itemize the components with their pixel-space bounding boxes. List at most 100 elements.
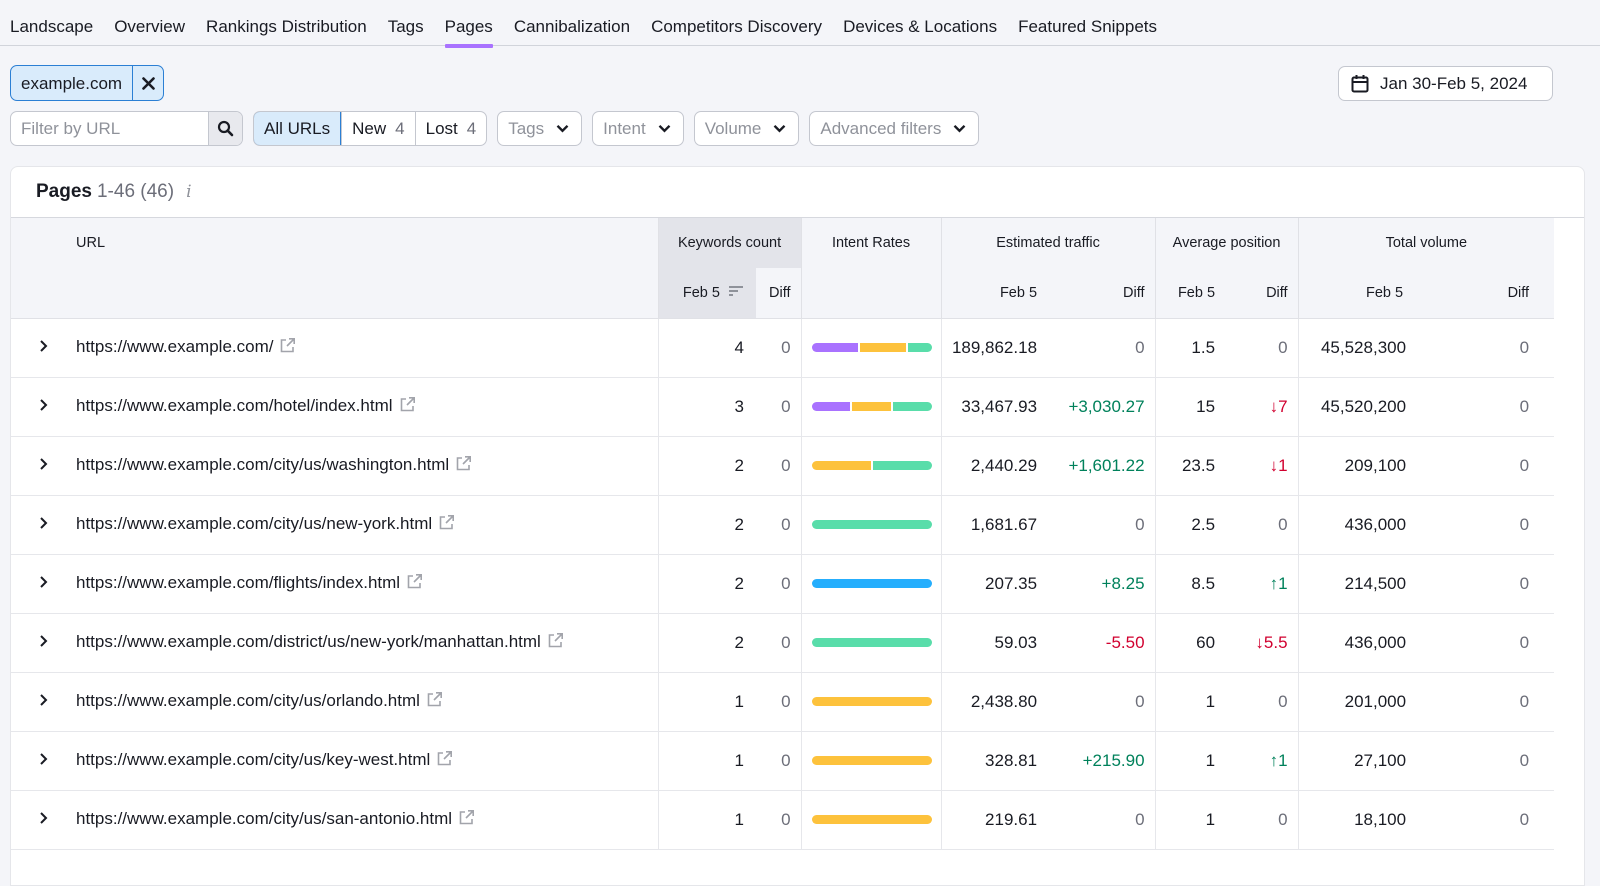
expand-row-button[interactable] — [11, 790, 76, 849]
external-link-icon[interactable] — [399, 396, 416, 418]
page-url-link[interactable]: https://www.example.com/ — [76, 337, 273, 356]
chevron-down-icon — [773, 124, 786, 133]
close-icon — [141, 76, 155, 90]
traffic-date-header[interactable]: Feb 5 — [940, 268, 1050, 318]
sort-keywords-date[interactable]: Feb 5 — [657, 268, 757, 318]
chevron-down-icon — [953, 124, 966, 133]
url-cell: https://www.example.com/ — [76, 318, 658, 377]
intent-segment-commercial — [852, 402, 891, 411]
intent-rates-cell — [800, 495, 942, 554]
expand-row-button[interactable] — [11, 377, 76, 436]
chevron-right-icon — [40, 575, 48, 588]
external-link-icon[interactable] — [426, 691, 443, 713]
dropdown-intent[interactable]: Intent — [592, 111, 684, 146]
external-link-icon[interactable] — [436, 750, 453, 772]
segment-lost[interactable]: Lost 4 — [414, 112, 487, 145]
tab-overview[interactable]: Overview — [114, 0, 185, 46]
tab-rankings-distribution[interactable]: Rankings Distribution — [206, 0, 367, 46]
page-url-link[interactable]: https://www.example.com/city/us/orlando.… — [76, 691, 420, 710]
expand-row-button[interactable] — [11, 731, 76, 790]
volume-diff-header[interactable]: Diff — [1416, 268, 1555, 318]
expand-row-button[interactable] — [11, 318, 76, 377]
traffic-cell: 1,681.67 — [940, 495, 1050, 554]
keywords-diff-cell: 0 — [781, 632, 791, 652]
external-link-icon[interactable] — [406, 573, 423, 595]
external-link-icon[interactable] — [279, 337, 296, 359]
volume-cell: 436,000 — [1297, 613, 1417, 672]
expand-row-button[interactable] — [11, 613, 76, 672]
external-link-icon[interactable] — [455, 455, 472, 477]
page-url-link[interactable]: https://www.example.com/district/us/new-… — [76, 632, 541, 651]
keywords-count-cell[interactable]: 2 — [657, 554, 757, 613]
external-link-icon[interactable] — [458, 809, 475, 831]
keywords-count-cell[interactable]: 2 — [657, 495, 757, 554]
column-header-url[interactable]: URL — [11, 218, 659, 318]
page-url-link[interactable]: https://www.example.com/flights/index.ht… — [76, 573, 400, 592]
segment-all-urls[interactable]: All URLs — [254, 112, 342, 145]
keywords-diff-cell: 0 — [781, 809, 791, 829]
dropdown-tags[interactable]: Tags — [497, 111, 583, 146]
expand-row-button[interactable] — [11, 495, 76, 554]
keywords-count-cell[interactable]: 1 — [657, 672, 757, 731]
keywords-count-cell[interactable]: 1 — [657, 790, 757, 849]
expand-row-button[interactable] — [11, 436, 76, 495]
chevron-right-icon — [40, 398, 48, 411]
keywords-count-cell[interactable]: 3 — [657, 377, 757, 436]
keywords-count-cell[interactable]: 2 — [657, 613, 757, 672]
keywords-diff-header[interactable]: Diff — [756, 268, 802, 318]
url-search-button[interactable] — [208, 112, 242, 145]
page-url-link[interactable]: https://www.example.com/city/us/key-west… — [76, 750, 430, 769]
table-row: https://www.example.com/flights/index.ht… — [11, 554, 1555, 613]
info-icon[interactable]: i — [186, 182, 191, 202]
segment-label: All URLs — [264, 118, 331, 138]
external-link-icon[interactable] — [438, 514, 455, 536]
position-date-header[interactable]: Feb 5 — [1154, 268, 1226, 318]
volume-diff-cell: 0 — [1519, 573, 1530, 593]
volume-cell: 209,100 — [1297, 436, 1417, 495]
keywords-count-cell[interactable]: 2 — [657, 436, 757, 495]
column-header-average-position[interactable]: Average position — [1154, 218, 1299, 268]
dropdown-advanced-filters[interactable]: Advanced filters — [809, 111, 980, 146]
keywords-count-cell[interactable]: 1 — [657, 731, 757, 790]
column-header-keywords-count[interactable]: Keywords count — [657, 218, 802, 268]
position-diff-header[interactable]: Diff — [1225, 268, 1299, 318]
page-url-link[interactable]: https://www.example.com/hotel/index.html — [76, 396, 393, 415]
card-result-range: 1-46 (46) — [96, 181, 175, 202]
traffic-cell: 2,438.80 — [940, 672, 1050, 731]
volume-date-header[interactable]: Feb 5 — [1297, 268, 1417, 318]
tab-featured-snippets[interactable]: Featured Snippets — [1018, 0, 1157, 46]
tab-cannibalization[interactable]: Cannibalization — [514, 0, 630, 46]
table-row: https://www.example.com/city/us/orlando.… — [11, 672, 1555, 731]
volume-diff-cell: 0 — [1519, 455, 1530, 475]
intent-segment-commercial — [811, 697, 932, 706]
dropdown-volume[interactable]: Volume — [693, 111, 800, 146]
tab-tags[interactable]: Tags — [388, 0, 424, 46]
segment-new[interactable]: New 4 — [341, 112, 414, 145]
expand-row-button[interactable] — [11, 672, 76, 731]
position-diff-cell: ↑1 — [1269, 750, 1288, 770]
page-url-link[interactable]: https://www.example.com/city/us/new-york… — [76, 514, 432, 533]
segment-count: 4 — [466, 118, 477, 138]
external-link-icon[interactable] — [547, 632, 564, 654]
intent-rates-cell — [800, 554, 942, 613]
page-url-link[interactable]: https://www.example.com/city/us/san-anto… — [76, 809, 452, 828]
page-url-link[interactable]: https://www.example.com/city/us/washingt… — [76, 455, 449, 474]
tab-devices-locations[interactable]: Devices & Locations — [843, 0, 997, 46]
position-diff-cell: 0 — [1278, 514, 1288, 534]
date-range-button[interactable]: Jan 30-Feb 5, 2024 — [1338, 66, 1553, 101]
table-row: https://www.example.com/4 0 189,862.18 0 1.5… — [11, 318, 1555, 377]
date-range-label: Jan 30-Feb 5, 2024 — [1380, 73, 1528, 93]
column-header-estimated-traffic[interactable]: Estimated traffic — [940, 218, 1156, 268]
keywords-count-cell[interactable]: 4 — [657, 318, 757, 377]
intent-bar — [811, 638, 932, 647]
traffic-diff-cell: +8.25 — [1101, 573, 1145, 593]
tab-landscape[interactable]: Landscape — [10, 0, 93, 46]
tab-competitors-discovery[interactable]: Competitors Discovery — [651, 0, 822, 46]
tab-pages[interactable]: Pages — [444, 0, 494, 48]
remove-domain-button[interactable] — [133, 66, 163, 100]
traffic-diff-header[interactable]: Diff — [1049, 268, 1156, 318]
column-header-total-volume[interactable]: Total volume — [1297, 218, 1555, 268]
expand-row-button[interactable] — [11, 554, 76, 613]
url-filter-input[interactable] — [11, 112, 208, 145]
url-cell: https://www.example.com/city/us/orlando.… — [76, 672, 658, 731]
